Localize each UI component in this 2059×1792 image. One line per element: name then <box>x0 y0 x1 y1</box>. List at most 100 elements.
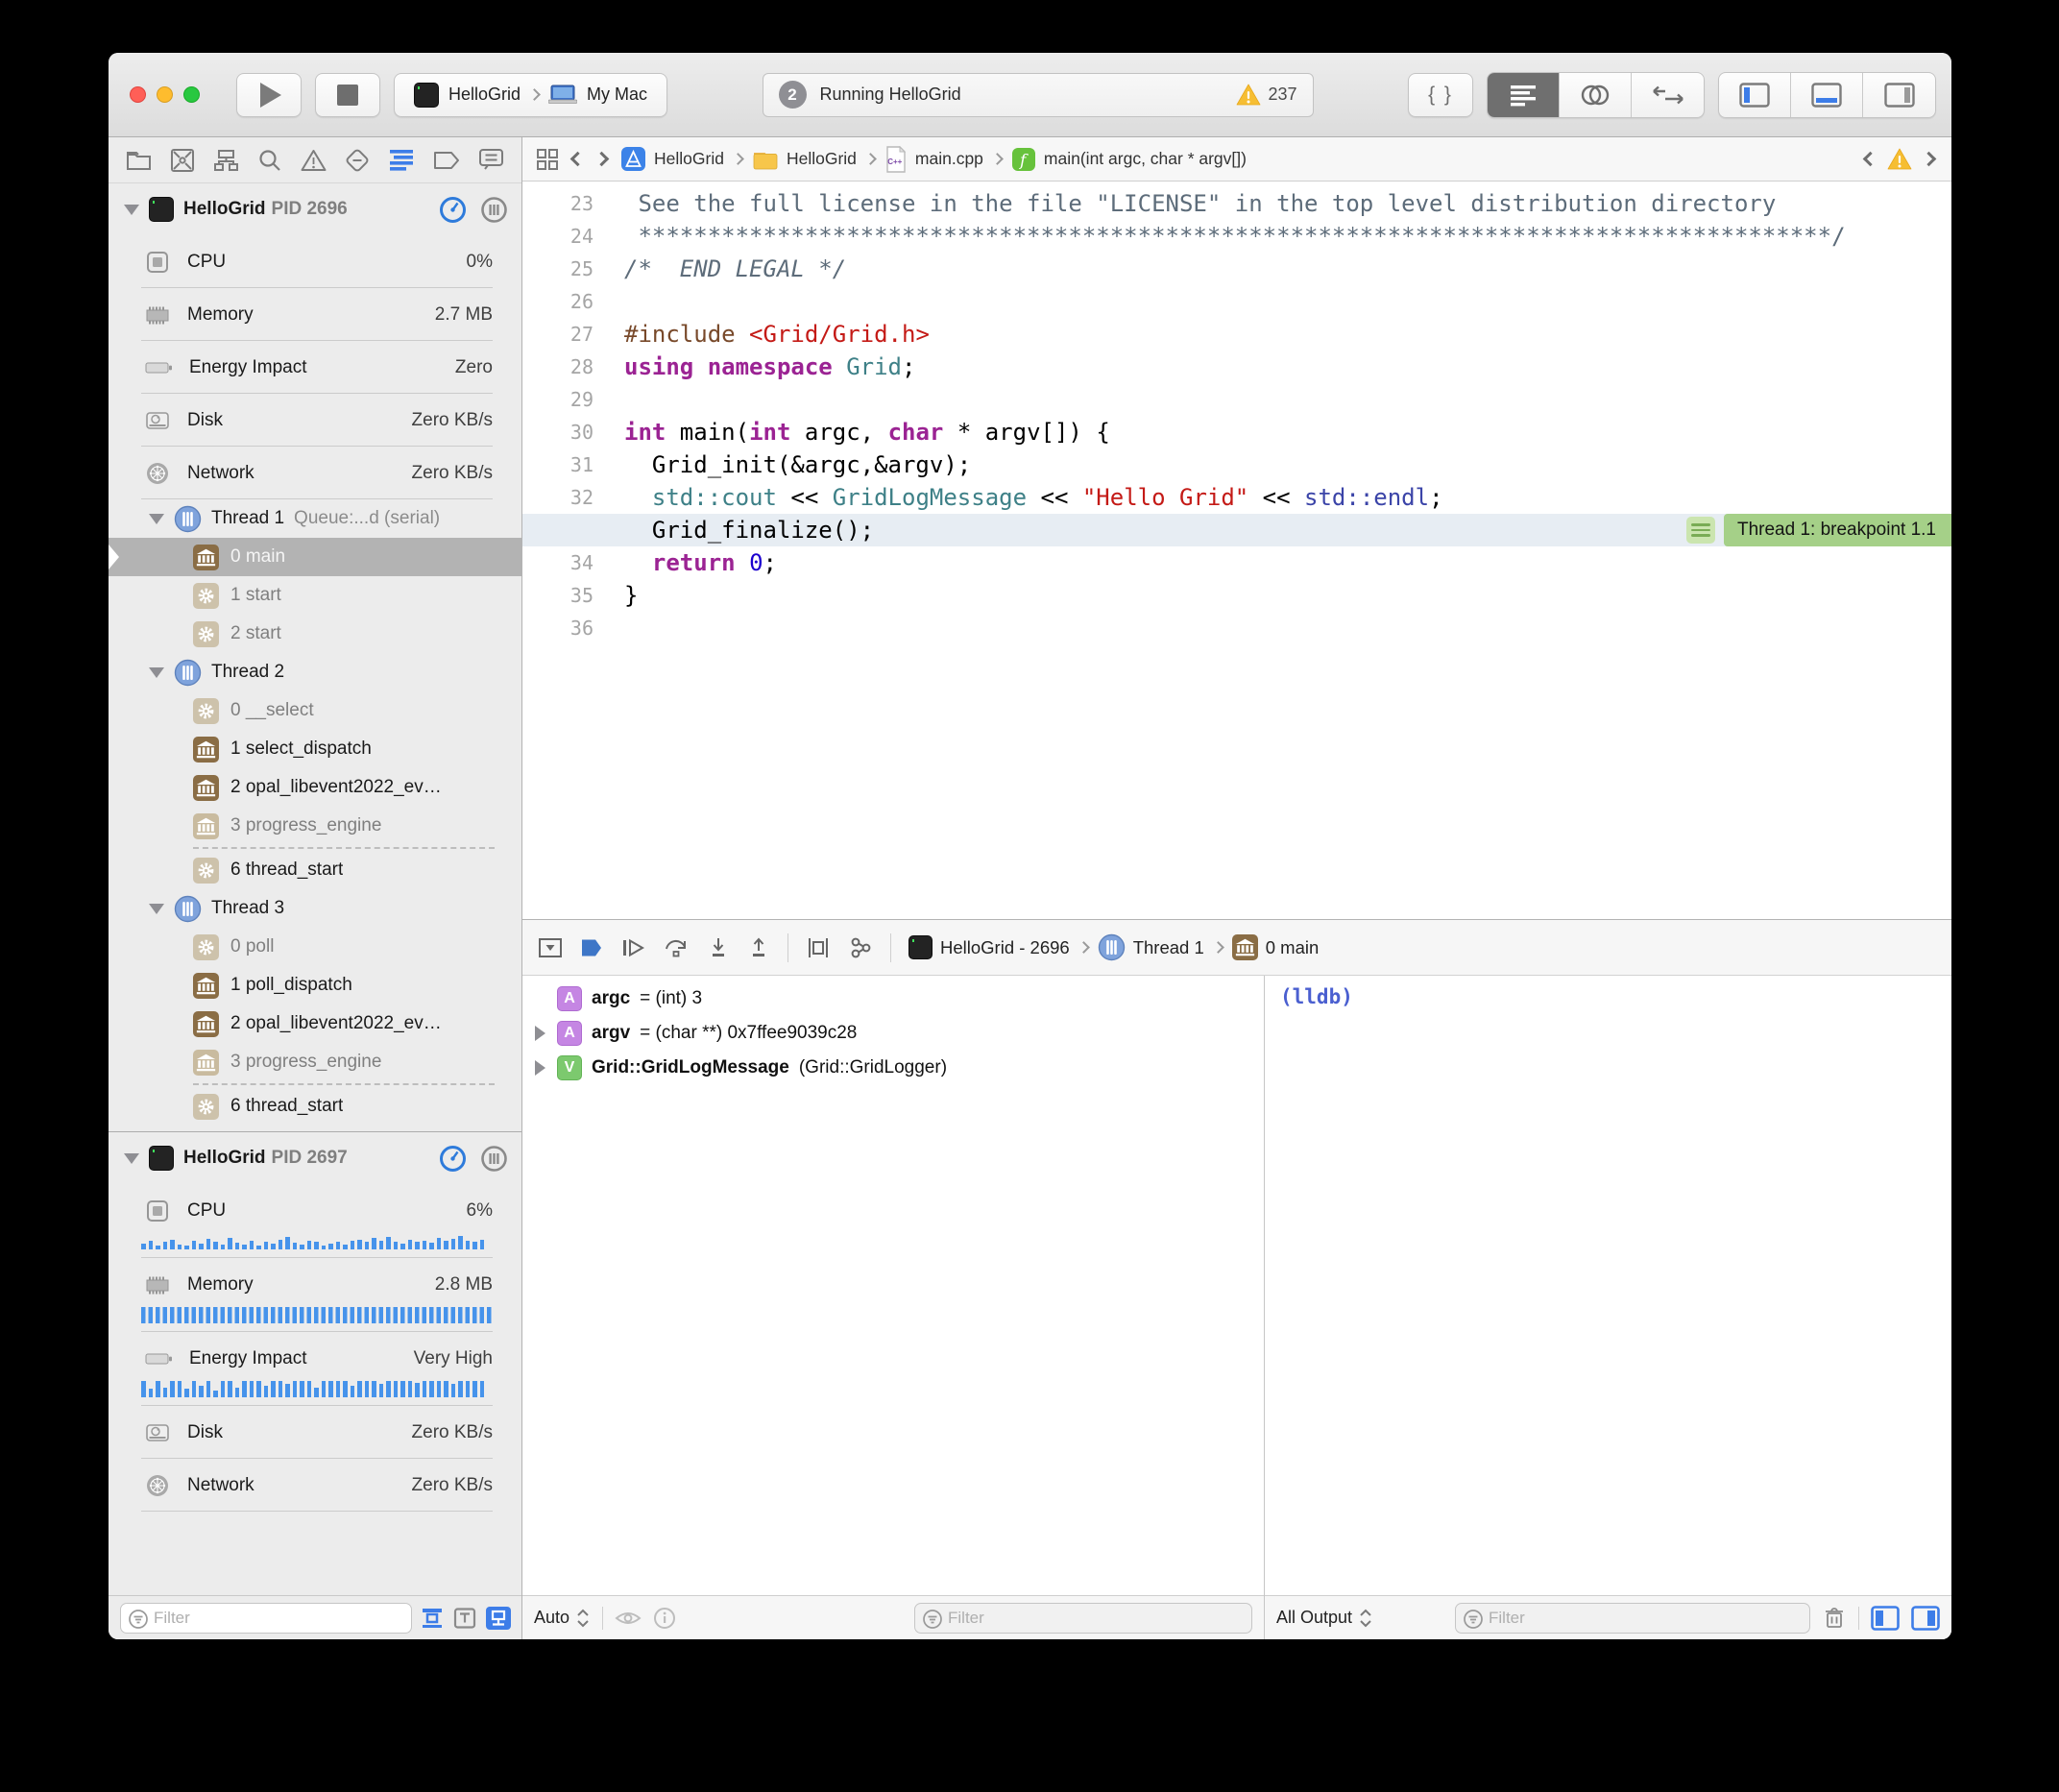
issue-warning-icon[interactable] <box>1887 148 1912 171</box>
step-over-button[interactable] <box>663 936 690 959</box>
stack-frame-row[interactable]: 3 progress_engine <box>109 807 521 845</box>
assistant-editor-button[interactable] <box>1560 73 1632 117</box>
stat-item[interactable]: CPU6% <box>109 1184 521 1257</box>
standard-editor-button[interactable] <box>1488 73 1560 117</box>
stack-frame-row[interactable]: 6 thread_start <box>109 1087 521 1126</box>
toggle-variables-view-button[interactable] <box>1871 1606 1900 1631</box>
gauge-icon[interactable] <box>439 1145 467 1173</box>
variable-row[interactable]: VGrid::GridLogMessage(Grid::GridLogger) <box>522 1051 1264 1085</box>
stack-frame-row[interactable]: 0 poll <box>109 928 521 966</box>
breakpoint-navigator-tab[interactable] <box>433 150 460 171</box>
line-number[interactable]: 36 <box>522 617 607 640</box>
info-icon[interactable] <box>653 1607 676 1630</box>
line-number[interactable]: 30 <box>522 421 607 444</box>
version-editor-button[interactable] <box>1632 73 1704 117</box>
breakpoints-toggle-button[interactable] <box>580 937 603 958</box>
line-number[interactable]: 32 <box>522 486 607 509</box>
stack-frame-row[interactable]: 2 start <box>109 615 521 653</box>
minimize-window-button[interactable] <box>157 86 173 103</box>
step-into-button[interactable] <box>707 936 730 959</box>
find-navigator-tab[interactable] <box>257 148 282 173</box>
code-line[interactable]: 35} <box>522 579 1951 612</box>
line-number[interactable]: 25 <box>522 257 607 280</box>
stat-item[interactable]: CPU0% <box>109 235 521 287</box>
clear-console-button[interactable] <box>1822 1606 1847 1631</box>
code-line[interactable]: 33 Grid_finalize();Thread 1: breakpoint … <box>522 514 1951 546</box>
disclosure-triangle[interactable] <box>149 667 164 678</box>
test-navigator-tab[interactable] <box>345 148 370 173</box>
filter-view-mode-button[interactable] <box>485 1606 512 1631</box>
code-snippets-button[interactable]: { } <box>1408 73 1473 117</box>
report-navigator-tab[interactable] <box>478 148 504 172</box>
code-line[interactable]: 29 <box>522 383 1951 416</box>
stack-frame-row[interactable]: 2 opal_libevent2022_ev… <box>109 768 521 807</box>
scheme-selector[interactable]: HelloGrid My Mac <box>394 73 667 117</box>
process-header[interactable]: HelloGridPID 2697 <box>109 1132 521 1184</box>
code-line[interactable]: 31 Grid_init(&argc,&argv); <box>522 448 1951 481</box>
breadcrumb-item[interactable]: Thread 1 <box>1098 933 1204 961</box>
symbol-navigator-tab[interactable] <box>213 149 239 172</box>
line-number[interactable]: 28 <box>522 355 607 378</box>
code-line[interactable]: 32 std::cout << GridLogMessage << "Hello… <box>522 481 1951 514</box>
stack-frame-row[interactable]: 1 select_dispatch <box>109 730 521 768</box>
quicklook-eye-icon[interactable] <box>615 1608 642 1629</box>
thread-row[interactable]: Thread 2 <box>109 653 521 691</box>
thread-row[interactable]: Thread 3 <box>109 889 521 928</box>
console-filter-input[interactable] <box>1456 1609 1809 1628</box>
zoom-window-button[interactable] <box>183 86 200 103</box>
close-window-button[interactable] <box>130 86 146 103</box>
disclosure-triangle[interactable] <box>124 205 139 215</box>
stack-frame-row[interactable]: 3 progress_engine <box>109 1043 521 1081</box>
toggle-console-view-button[interactable] <box>1911 1606 1940 1631</box>
line-number[interactable]: 31 <box>522 453 607 476</box>
console-filter-field[interactable] <box>1455 1603 1810 1634</box>
code-line[interactable]: 24 *************************************… <box>522 220 1951 253</box>
variables-filter-field[interactable] <box>914 1603 1252 1634</box>
memory-graph-button[interactable] <box>848 935 873 960</box>
toggle-navigator-button[interactable] <box>1719 73 1791 117</box>
filter-stack-frames-button[interactable] <box>452 1607 477 1630</box>
code-line[interactable]: 36 <box>522 612 1951 644</box>
hide-debug-area-button[interactable] <box>538 936 563 959</box>
console-output-selector[interactable]: All Output <box>1276 1608 1373 1629</box>
stack-frame-row[interactable]: 0 __select <box>109 691 521 730</box>
previous-issue-icon[interactable] <box>1863 152 1878 167</box>
disclosure-triangle[interactable] <box>149 904 164 914</box>
line-number[interactable]: 34 <box>522 551 607 574</box>
continue-button[interactable] <box>620 936 645 959</box>
code-line[interactable]: 30int main(int argc, char * argv[]) { <box>522 416 1951 448</box>
console-output[interactable]: (lldb) <box>1265 976 1951 1595</box>
code-line[interactable]: 25/* END LEGAL */ <box>522 253 1951 285</box>
stack-frame-row[interactable]: 2 opal_libevent2022_ev… <box>109 1005 521 1043</box>
code-line[interactable]: 23 See the full license in the file "LIC… <box>522 187 1951 220</box>
source-editor[interactable]: 23 See the full license in the file "LIC… <box>522 182 1951 919</box>
toggle-inspector-button[interactable] <box>1863 73 1935 117</box>
filter-running-button[interactable] <box>420 1607 445 1630</box>
line-number[interactable]: 26 <box>522 290 607 313</box>
breadcrumb-item[interactable]: C++main.cpp <box>884 146 983 173</box>
activity-viewer[interactable]: 2 Running HelloGrid 237 <box>763 73 1314 117</box>
stat-item[interactable]: NetworkZero KB/s <box>109 1459 521 1511</box>
source-control-tab[interactable] <box>170 148 195 173</box>
project-navigator-tab[interactable] <box>126 149 152 172</box>
line-number[interactable]: 24 <box>522 225 607 248</box>
forward-icon[interactable] <box>594 152 610 167</box>
variables-filter-input[interactable] <box>915 1609 1251 1628</box>
breadcrumb-item[interactable]: 0 main <box>1232 934 1320 960</box>
issue-navigator-tab[interactable] <box>301 149 327 172</box>
thread-row[interactable]: Thread 1Queue:...d (serial) <box>109 499 521 538</box>
code-line[interactable]: 26 <box>522 285 1951 318</box>
variable-row[interactable]: Aargc= (int) 3 <box>522 981 1264 1016</box>
back-icon[interactable] <box>570 152 586 167</box>
step-out-button[interactable] <box>747 936 770 959</box>
breadcrumb-item[interactable]: HelloGrid <box>620 146 724 172</box>
stat-item[interactable]: Energy ImpactZero <box>109 341 521 393</box>
disclosure-triangle[interactable] <box>532 1026 547 1041</box>
breakpoint-annotation[interactable]: Thread 1: breakpoint 1.1 <box>1686 514 1951 546</box>
line-number[interactable]: 29 <box>522 388 607 411</box>
process-header[interactable]: HelloGridPID 2696 <box>109 183 521 235</box>
stat-item[interactable]: DiskZero KB/s <box>109 394 521 446</box>
gauge-icon[interactable] <box>439 196 467 224</box>
stat-item[interactable]: Memory2.8 MB <box>109 1258 521 1331</box>
line-number[interactable]: 23 <box>522 192 607 215</box>
